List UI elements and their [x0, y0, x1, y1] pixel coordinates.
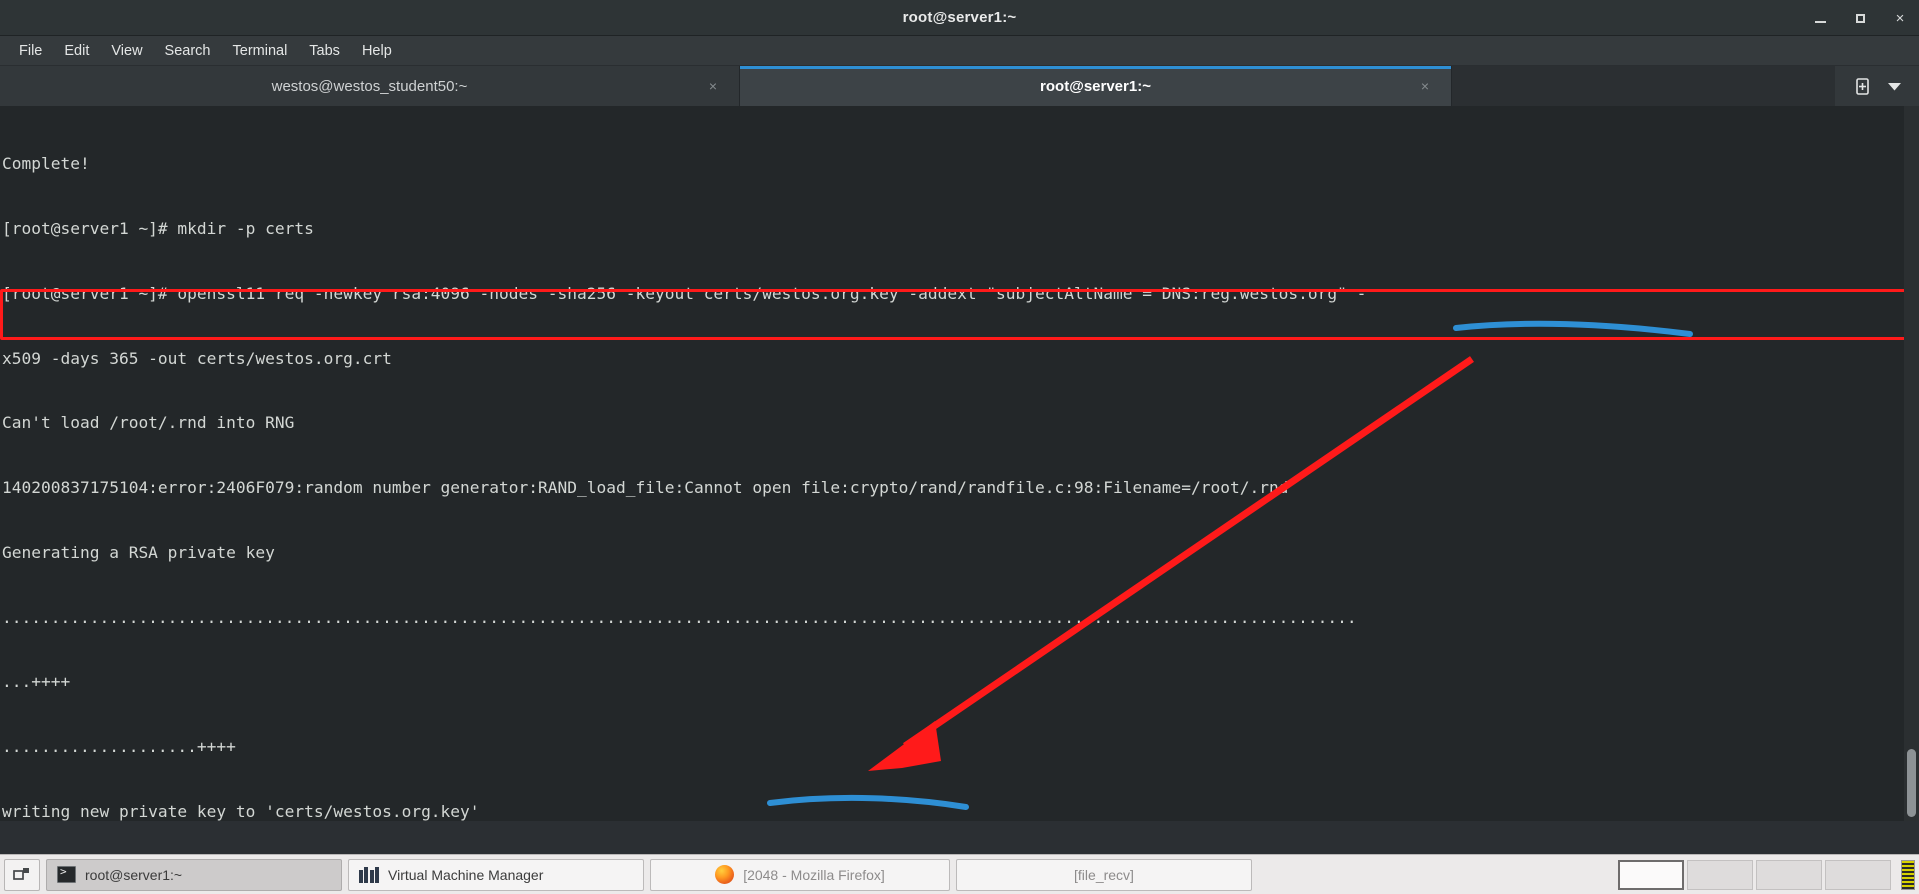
tab-westos-student50[interactable]: westos@westos_student50:~ ×: [0, 66, 740, 106]
tabbar-spacer: [1452, 66, 1835, 106]
show-desktop-icon: [13, 867, 29, 880]
terminal-line: Can't load /root/.rnd into RNG: [2, 413, 295, 433]
workspace-switcher: [1618, 859, 1891, 890]
window-title: root@server1:~: [902, 9, 1017, 26]
maximize-icon: [1855, 13, 1865, 23]
terminal-line: ....................++++: [2, 737, 236, 757]
tab-root-server1[interactable]: root@server1:~ ×: [740, 66, 1452, 106]
chevron-down-icon[interactable]: [1887, 82, 1901, 91]
workspace-3[interactable]: [1756, 859, 1822, 890]
close-button[interactable]: ×: [1891, 9, 1909, 27]
show-desktop-button[interactable]: [4, 858, 40, 891]
tabbar: westos@westos_student50:~ × root@server1…: [0, 66, 1919, 106]
taskbar-item-terminal[interactable]: root@server1:~: [46, 858, 342, 891]
workspace-1[interactable]: [1618, 859, 1684, 890]
tab-close-icon[interactable]: ×: [1421, 78, 1429, 94]
taskbar-item-label: Virtual Machine Manager: [388, 866, 544, 883]
menubar: File Edit View Search Terminal Tabs Help: [0, 36, 1919, 66]
menu-file[interactable]: File: [8, 40, 53, 62]
window-titlebar: root@server1:~ ×: [0, 0, 1919, 36]
taskbar-item-label: root@server1:~: [85, 866, 183, 883]
firefox-icon: [715, 865, 735, 884]
minimize-button[interactable]: [1811, 9, 1829, 27]
tab-close-icon[interactable]: ×: [709, 78, 717, 94]
taskbar-item-firefox[interactable]: [2048 - Mozilla Firefox]: [650, 858, 950, 891]
workspace-4[interactable]: [1825, 859, 1891, 890]
terminal-line: writing new private key to 'certs/westos…: [2, 802, 480, 821]
terminal-line: x509 -days 365 -out certs/westos.org.crt: [2, 348, 392, 368]
menu-edit[interactable]: Edit: [53, 40, 100, 62]
terminal-line: ........................................…: [2, 607, 1357, 627]
menu-view[interactable]: View: [100, 40, 153, 62]
terminal-line: [root@server1 ~]# mkdir -p certs: [2, 218, 314, 238]
terminal-output-area[interactable]: Complete! [root@server1 ~]# mkdir -p cer…: [0, 106, 1919, 821]
taskbar-item-vmm[interactable]: Virtual Machine Manager: [348, 858, 644, 891]
terminal-line: [root@server1 ~]# openssl11 req -newkey …: [2, 283, 1367, 303]
terminal-icon: [57, 865, 76, 883]
menu-tabs[interactable]: Tabs: [298, 40, 351, 62]
taskbar-item-file-recv[interactable]: [file_recv]: [956, 858, 1252, 891]
terminal-scrollbar-thumb[interactable]: [1907, 749, 1916, 817]
taskbar-item-label: [file_recv]: [1074, 866, 1134, 883]
menu-search[interactable]: Search: [154, 40, 222, 62]
tabbar-tools: [1835, 66, 1919, 106]
menu-terminal[interactable]: Terminal: [222, 40, 299, 62]
window-controls: ×: [1811, 0, 1909, 36]
system-monitor-icon[interactable]: [1901, 859, 1915, 890]
terminal-window: root@server1:~ × File Edit View Search T…: [0, 0, 1919, 894]
new-tab-icon[interactable]: [1854, 77, 1871, 96]
taskbar: root@server1:~ Virtual Machine Manager […: [0, 854, 1919, 894]
terminal-text: Complete! [root@server1 ~]# mkdir -p cer…: [2, 110, 1366, 821]
taskbar-item-label: [2048 - Mozilla Firefox]: [743, 866, 885, 883]
maximize-button[interactable]: [1851, 9, 1869, 27]
workspace-2[interactable]: [1687, 859, 1753, 890]
minimize-icon: [1814, 20, 1826, 23]
tab-label: westos@westos_student50:~: [271, 77, 468, 95]
terminal-line: 140200837175104:error:2406F079:random nu…: [2, 478, 1289, 498]
terminal-line: ...++++: [2, 672, 71, 692]
terminal-line: Complete!: [2, 154, 90, 174]
vmm-icon: [359, 866, 379, 883]
menu-help[interactable]: Help: [351, 40, 403, 62]
terminal-scrollbar[interactable]: [1904, 106, 1919, 821]
terminal-line: Generating a RSA private key: [2, 542, 275, 562]
tab-label: root@server1:~: [1040, 77, 1151, 95]
